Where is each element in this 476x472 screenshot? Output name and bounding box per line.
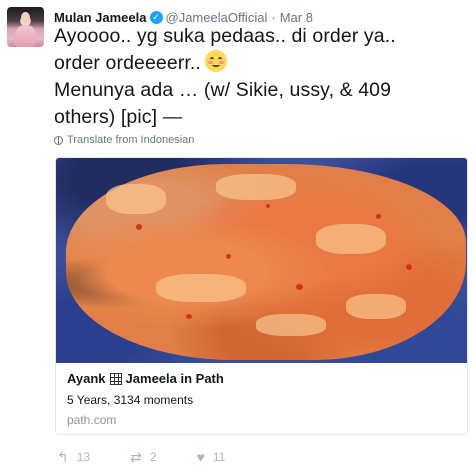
verified-badge-icon: ✓ (149, 10, 163, 24)
link-card[interactable]: Ayank Jameela in Path 5 Years, 3134 mome… (55, 157, 468, 435)
card-details: Ayank Jameela in Path 5 Years, 3134 mome… (67, 371, 224, 427)
tweet-text-line: others) [pic] — (54, 106, 183, 128)
tweet-text-line: Ayoooo.. yg suka pedaas.. di order ya.. (54, 25, 396, 47)
card-domain: path.com (67, 413, 117, 427)
card-title-part: Ayank (67, 371, 106, 386)
retweet-count: 2 (149, 450, 157, 464)
avatar-head (21, 12, 30, 23)
like-button[interactable]: ♥ 11 (197, 450, 226, 464)
tweet-text-segment: order ordeeeerr.. (54, 52, 201, 74)
grid-icon (109, 372, 122, 385)
tweet-text: Ayoooo.. yg suka pedaas.. di order ya.. … (54, 23, 464, 131)
retweet-button[interactable]: ⇄ 2 (130, 450, 156, 464)
author-avatar[interactable] (7, 7, 44, 47)
tweet-actions: ↰ 13 ⇄ 2 ♥ 11 (57, 450, 265, 464)
tweet-text-line: Menunya ada … (w/ Sikie, ussy, & 409 (54, 79, 392, 101)
food-photo (66, 164, 466, 360)
reply-count: 13 (76, 450, 91, 464)
heart-icon: ♥ (196, 449, 205, 465)
globe-icon (54, 135, 63, 145)
reply-icon: ↰ (57, 449, 69, 465)
retweet-icon: ⇄ (130, 449, 142, 465)
translate-label: Translate from Indonesian (67, 134, 195, 146)
card-image[interactable] (56, 158, 467, 363)
tweet-text-line-with-emoji: order ordeeeerr.. (54, 50, 464, 77)
card-title: Ayank Jameela in Path (67, 371, 224, 386)
translate-link[interactable]: Translate from Indonesian (54, 134, 194, 146)
reply-button[interactable]: ↰ 13 (57, 450, 90, 464)
avatar-figure (15, 25, 36, 47)
card-title-part: Jameela in Path (125, 371, 224, 386)
like-count: 11 (212, 450, 226, 464)
card-description: 5 Years, 3134 moments (67, 393, 194, 407)
relieved-face-emoji-icon (204, 50, 227, 72)
